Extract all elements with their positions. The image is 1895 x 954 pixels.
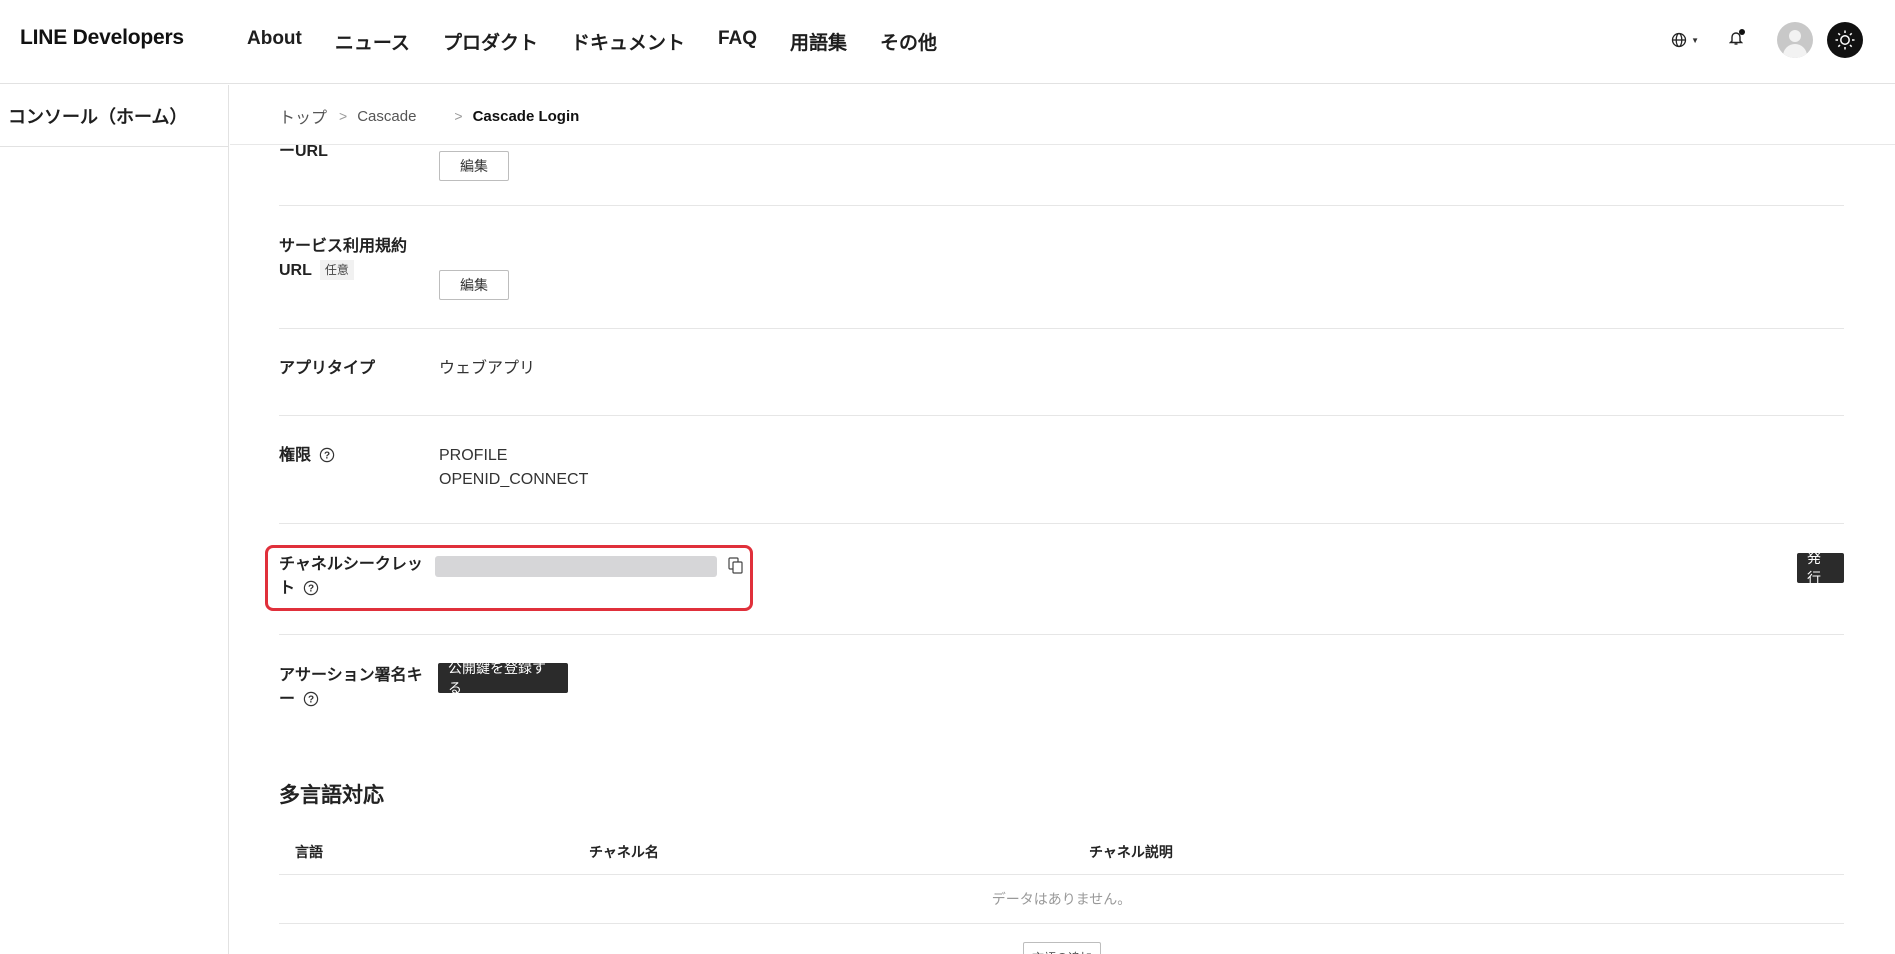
edit-terms-url-button[interactable]: 編集 (439, 270, 509, 300)
help-icon[interactable]: ? (303, 691, 319, 715)
column-header-channel-description: チャネル説明 (1089, 844, 1173, 860)
svg-text:?: ? (308, 584, 314, 595)
column-header-language: 言語 (295, 844, 323, 860)
setting-row-terms-url: サービス利用規約 URL 任意 編集 (279, 206, 1844, 329)
setting-row-privacy-url: ーURL 編集 (279, 143, 1844, 206)
svg-text:?: ? (324, 451, 330, 462)
terms-url-label: サービス利用規約 URL 任意 (279, 235, 407, 283)
notification-dot (1739, 28, 1745, 35)
chevron-down-icon: ▼ (1691, 35, 1699, 45)
privacy-url-label: ーURL (279, 143, 328, 160)
column-header-channel-name: チャネル名 (589, 844, 659, 860)
assertion-key-label-line1: アサーション署名キ (279, 667, 423, 684)
add-language-button[interactable]: 言語の追加 (1023, 942, 1101, 954)
top-header: LINE Developers About ニュース プロダクト ドキュメント … (0, 0, 1895, 84)
optional-badge: 任意 (319, 260, 354, 280)
permissions-label-text: 権限 (279, 447, 312, 464)
empty-state-row: データはありません。 (279, 875, 1844, 924)
nav-news[interactable]: ニュース (335, 28, 410, 55)
sidebar-item-console-home[interactable]: コンソール（ホーム） (0, 85, 228, 147)
assertion-key-label: アサーション署名キ ー ? (279, 664, 423, 715)
help-icon[interactable]: ? (319, 447, 335, 471)
nav-faq[interactable]: FAQ (718, 28, 757, 55)
app-type-label: アプリタイプ (279, 360, 376, 377)
setting-row-assertion-key: アサーション署名キ ー ? 公開鍵を登録する (279, 635, 1844, 745)
permission-profile: PROFILE (439, 447, 508, 464)
breadcrumb-current: Cascade Login (472, 107, 580, 125)
help-icon[interactable]: ? (303, 580, 319, 604)
breadcrumb: トップ > Cascade > Cascade Login (279, 104, 579, 128)
permissions-label: 権限 ? (279, 444, 335, 471)
terms-url-label-line1: サービス利用規約 (279, 238, 408, 255)
notifications-button[interactable] (1728, 28, 1745, 51)
language-switcher[interactable]: ▼ (1671, 32, 1699, 48)
nav-glossary[interactable]: 用語集 (790, 28, 847, 55)
nav-products[interactable]: プロダクト (443, 28, 538, 55)
nav-about[interactable]: About (247, 28, 302, 55)
channel-secret-label: チャネルシークレッ ト ? (279, 553, 423, 604)
nav-documents[interactable]: ドキュメント (571, 28, 685, 55)
issue-channel-secret-button[interactable]: 発行 (1797, 550, 1844, 586)
register-public-key-button[interactable]: 公開鍵を登録する (438, 660, 568, 696)
nav-more[interactable]: その他 (880, 28, 937, 55)
terms-url-label-line2: URL (279, 262, 312, 279)
chevron-right-icon: > (339, 108, 348, 124)
sun-icon (1835, 30, 1855, 50)
table-header-row: 言語 チャネル名 チャネル説明 (279, 834, 1844, 875)
setting-row-app-type: アプリタイプ ウェブアプリ (279, 329, 1844, 416)
breadcrumb-top[interactable]: トップ (279, 104, 327, 128)
channel-secret-label-line1: チャネルシークレッ (279, 556, 423, 573)
copy-icon[interactable] (728, 557, 744, 580)
edit-privacy-url-button[interactable]: 編集 (439, 151, 509, 181)
breadcrumb-provider[interactable]: Cascade (357, 108, 416, 125)
app-type-value: ウェブアプリ (439, 360, 536, 377)
setting-row-permissions: 権限 ? PROFILE OPENID_CONNECT (279, 416, 1844, 524)
chevron-right-icon: > (454, 108, 463, 124)
permission-openid-connect: OPENID_CONNECT (439, 471, 589, 488)
assertion-key-label-line2: ー (279, 691, 296, 708)
theme-toggle-button[interactable] (1827, 22, 1863, 58)
header-actions: ▼ (1671, 22, 1863, 58)
channel-secret-label-line2: ト (279, 580, 296, 597)
setting-row-channel-secret: チャネルシークレッ ト ? 発行 (279, 524, 1844, 635)
avatar[interactable] (1777, 22, 1813, 58)
multilang-table: 言語 チャネル名 チャネル説明 データはありません。 言語の追加 (279, 834, 1844, 954)
globe-icon (1671, 32, 1687, 48)
multilang-section-title: 多言語対応 (279, 784, 384, 807)
svg-text:?: ? (308, 695, 314, 706)
sidebar: コンソール（ホーム） (0, 85, 229, 954)
main-nav: About ニュース プロダクト ドキュメント FAQ 用語集 その他 (247, 28, 970, 55)
channel-secret-masked-value (435, 556, 717, 577)
site-logo[interactable]: LINE Developers (20, 26, 184, 50)
